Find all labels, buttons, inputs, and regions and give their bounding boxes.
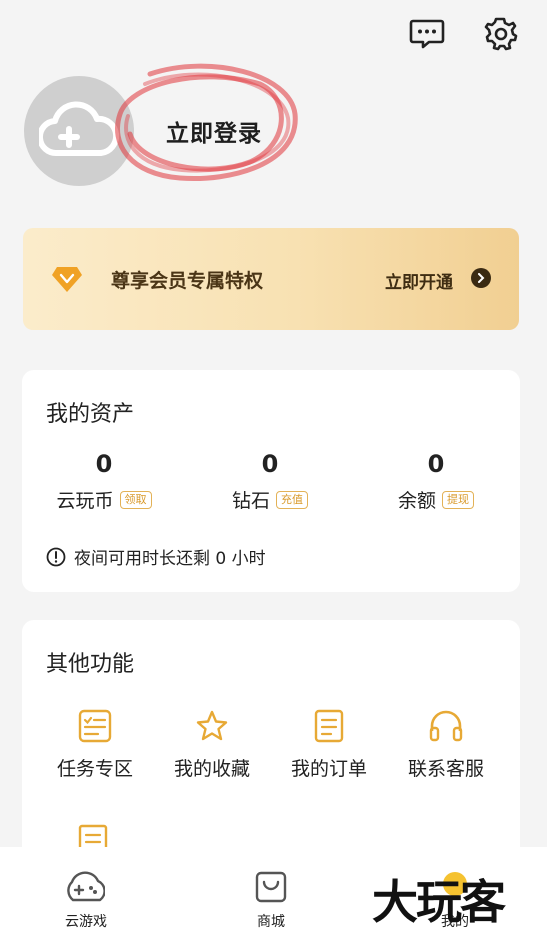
login-button[interactable]: 立即登录: [166, 114, 262, 148]
assets-title: 我的资产: [46, 402, 135, 427]
assets-card: 我的资产 0 云玩币 领取 0 钻石 充值 0 余额 提现 夜间可用时长还剩 0…: [22, 370, 520, 592]
func-label: 任务专区: [56, 758, 133, 780]
document-icon: [274, 706, 384, 746]
notice-text: 夜间可用时长还剩 0 小时: [74, 549, 266, 569]
shopping-bag-icon: [221, 867, 321, 907]
headphones-icon: [391, 706, 501, 746]
asset-value: 0: [95, 450, 113, 478]
functions-title: 其他功能: [46, 652, 135, 677]
gamepad-icon: [36, 867, 136, 907]
functions-card: 其他功能 任务专区 我的收藏 我的订单 联系客服: [22, 620, 520, 880]
vip-title: 尊享会员专属特权: [111, 270, 264, 292]
info-icon: [46, 547, 66, 566]
withdraw-tag[interactable]: 提现: [442, 490, 474, 509]
func-label: 联系客服: [407, 758, 484, 780]
asset-value: 0: [427, 450, 445, 478]
task-list-icon: [40, 706, 150, 746]
asset-label: 余额: [397, 490, 436, 512]
asset-coins[interactable]: 0 云玩币 领取: [34, 450, 174, 513]
night-time-notice: 夜间可用时长还剩 0 小时: [46, 544, 266, 569]
func-tasks[interactable]: 任务专区: [40, 706, 150, 781]
tab-label: 云游戏: [65, 914, 107, 930]
tab-label: 商城: [257, 914, 285, 930]
vip-banner[interactable]: 尊享会员专属特权 立即开通: [23, 228, 519, 330]
func-label: 我的收藏: [173, 758, 250, 780]
func-support[interactable]: 联系客服: [391, 706, 501, 781]
func-orders[interactable]: 我的订单: [274, 706, 384, 781]
vip-open-button[interactable]: 立即开通: [385, 268, 453, 293]
top-bar: [407, 14, 521, 54]
func-favorites[interactable]: 我的收藏: [157, 706, 267, 781]
diamond-icon: [52, 267, 82, 292]
asset-label: 钻石: [231, 490, 270, 512]
asset-label: 云玩币: [56, 490, 114, 512]
tab-cloud-games[interactable]: 云游戏: [36, 867, 136, 931]
asset-value: 0: [261, 450, 279, 478]
watermark-logo: 大玩客: [372, 875, 506, 929]
asset-balance[interactable]: 0 余额 提现: [366, 450, 506, 513]
func-label: 我的订单: [290, 758, 367, 780]
settings-icon[interactable]: [481, 14, 521, 54]
tab-store[interactable]: 商城: [221, 867, 321, 931]
star-icon: [157, 706, 267, 746]
claim-tag[interactable]: 领取: [119, 490, 152, 509]
asset-diamonds[interactable]: 0 钻石 充值: [200, 450, 340, 513]
recharge-tag[interactable]: 充值: [276, 490, 308, 509]
chevron-right-icon[interactable]: [471, 268, 491, 288]
message-icon[interactable]: [407, 14, 447, 54]
